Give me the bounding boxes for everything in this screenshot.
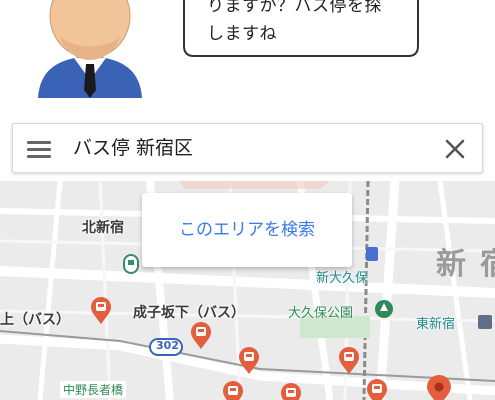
bus-stop-pin[interactable] (338, 347, 360, 375)
search-bar[interactable]: バス停 新宿区 (12, 123, 483, 173)
close-icon[interactable] (442, 136, 468, 162)
map-label-kita-shinjuku: 北新宿 (82, 220, 124, 236)
map-label-nakano-chojabashi: 中野長者橋 (60, 381, 127, 398)
map-label-ue-bus: 上（バス） (0, 312, 70, 328)
assistant-panel: りますか？バス停を探 しますね (0, 0, 495, 120)
message-line-1: りますか？バス停を探 (207, 0, 382, 16)
map-label-route-302: 302 (156, 339, 179, 352)
bus-stop-pin[interactable] (222, 381, 244, 400)
search-query-text[interactable]: バス停 新宿区 (73, 134, 193, 162)
bus-stop-pin[interactable] (238, 347, 260, 375)
bus-stop-pin[interactable] (280, 383, 302, 400)
search-this-area-button[interactable]: このエリアを検索 (142, 193, 352, 267)
map-label-area-juku: 宿 (480, 239, 495, 283)
bus-stop-pin[interactable] (90, 297, 112, 325)
map-label-area-shin: 新 (436, 247, 472, 282)
bus-stop-pin[interactable] (190, 322, 212, 350)
assistant-message: りますか？バス停を探 しますね (207, 0, 407, 48)
map-label-shin-okubo: 新大久保 (316, 271, 369, 286)
assistant-avatar (38, 0, 142, 98)
bus-stop-pin[interactable] (366, 379, 388, 400)
map-label-higashi-shinjuku: 東新宿 (416, 317, 456, 332)
message-line-2: しますね (207, 24, 277, 44)
hamburger-menu-icon[interactable] (27, 138, 51, 160)
selected-location-pin[interactable] (426, 375, 452, 400)
map-label-okubo-park: 大久保公園 (288, 306, 354, 321)
map-label-narukozaka-bus: 成子坂下（バス） (133, 305, 245, 321)
search-this-area-label: このエリアを検索 (179, 220, 315, 240)
